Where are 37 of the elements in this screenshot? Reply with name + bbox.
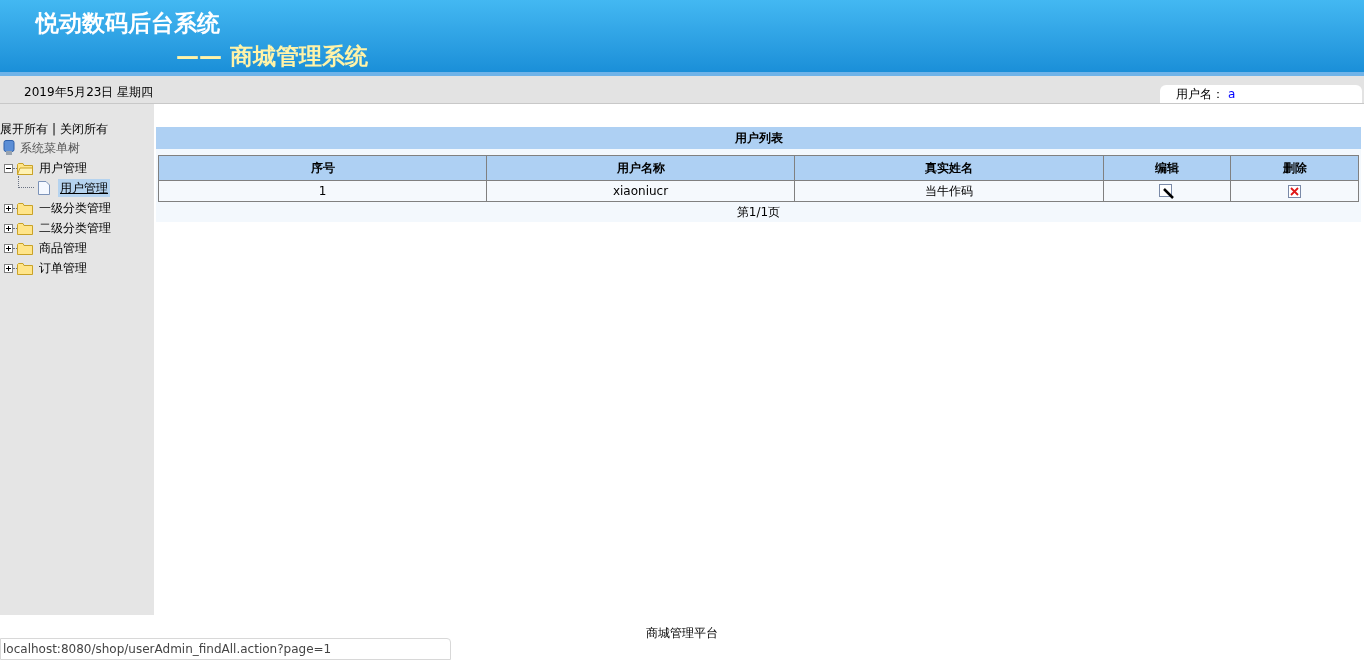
column-header: 序号	[309, 160, 336, 177]
user-label: 用户名：	[1176, 86, 1224, 103]
table-cell-text: 1	[317, 183, 328, 200]
page-icon	[38, 181, 50, 195]
folder-icon	[17, 241, 33, 255]
computer-icon	[2, 140, 16, 156]
delete-icon[interactable]	[1288, 184, 1301, 198]
expand-icon[interactable]	[4, 243, 13, 253]
expand-icon[interactable]	[4, 263, 13, 273]
tree-root[interactable]: 系统菜单树	[20, 139, 80, 157]
pagination-text: 第1/1页	[736, 204, 781, 221]
tree-item[interactable]: 订单管理	[37, 259, 89, 277]
expand-icon[interactable]	[4, 223, 13, 233]
collapse-all-link[interactable]: 关闭所有	[60, 120, 109, 138]
tree-item[interactable]: 用户管理	[58, 179, 110, 197]
open-folder-icon	[17, 161, 33, 175]
footer-text: 商城管理平台	[646, 625, 718, 642]
tree-item[interactable]: 商品管理	[37, 239, 89, 257]
table-cell: 当牛作码	[794, 181, 1103, 201]
expand-all-link[interactable]: 展开所有	[0, 120, 48, 138]
user-value: a	[1228, 86, 1236, 103]
collapse-icon[interactable]	[4, 163, 13, 173]
system-subtitle: —— 商城管理系统	[176, 41, 369, 71]
tree-item[interactable]: 用户管理	[37, 159, 89, 177]
folder-icon	[17, 201, 33, 215]
table-title: 用户列表	[156, 127, 1361, 149]
edit-icon[interactable]	[1159, 183, 1175, 199]
status-bar: localhost:8080/shop/userAdmin_findAll.action?page=1	[0, 638, 451, 660]
separator: |	[52, 121, 57, 138]
folder-icon	[17, 221, 33, 235]
table-cell: xiaoniucr	[486, 181, 794, 201]
system-title: 悦动数码后台系统	[36, 9, 221, 38]
expand-icon[interactable]	[4, 203, 13, 213]
tree-item[interactable]: 二级分类管理	[37, 219, 113, 237]
folder-icon	[17, 261, 33, 275]
date-text: 2019年5月23日 星期四	[24, 84, 154, 101]
tree-item[interactable]: 一级分类管理	[37, 199, 113, 217]
